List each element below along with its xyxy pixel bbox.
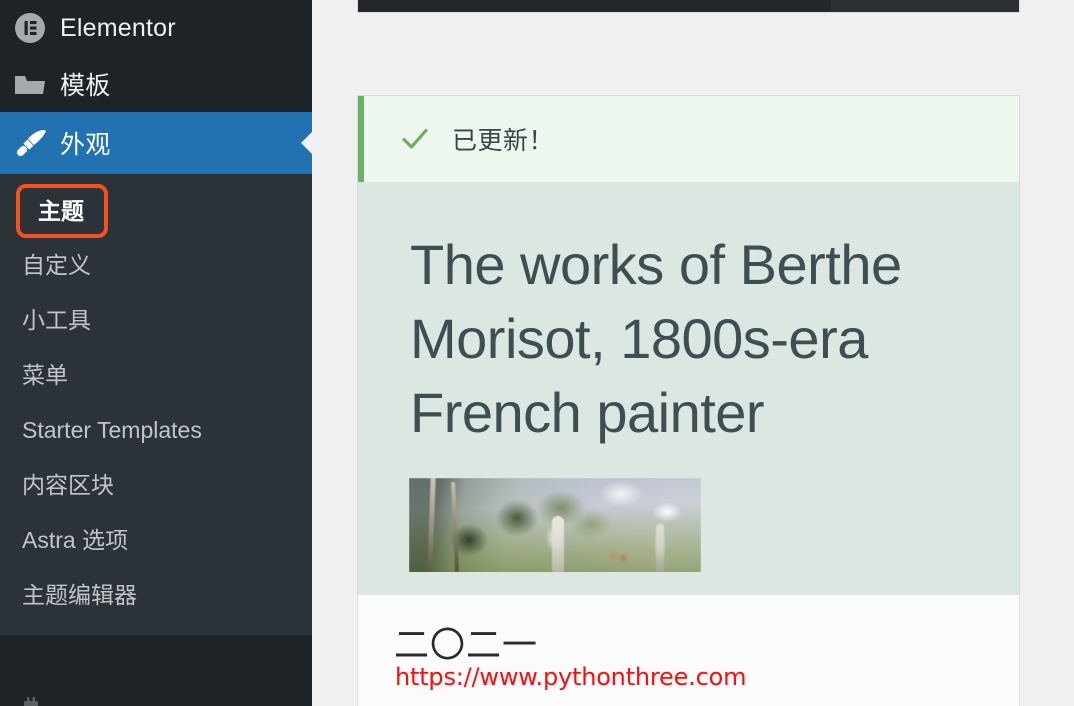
sidebar-subitem-customize[interactable]: 自定义	[0, 238, 312, 293]
sidebar-item-appearance[interactable]: 外观	[0, 112, 313, 174]
elementor-icon	[14, 12, 56, 44]
sidebar-subitem-astra-options[interactable]: Astra 选项	[0, 513, 312, 568]
watermark-year: 二〇二一	[394, 626, 539, 666]
sidebar-item-label: Elementor	[60, 13, 176, 42]
sidebar-footer	[0, 683, 312, 706]
sidebar-item-label: 外观	[60, 131, 111, 159]
admin-sidebar: Elementor 模板 外观 主题 自定义 小工具 菜单 Starter Te…	[0, 0, 313, 706]
sidebar-subitem-widgets[interactable]: 小工具	[0, 293, 312, 348]
sidebar-item-label: 模板	[60, 72, 111, 100]
painting-figure	[656, 523, 664, 572]
top-bar-left-segment	[358, 0, 831, 12]
theme-preview-heading: The works of Berthe Morisot, 1800s-era F…	[410, 233, 902, 444]
plugin-icon	[22, 697, 40, 706]
current-item-pointer-icon	[301, 131, 313, 155]
paintbrush-icon	[14, 128, 56, 158]
folder-icon	[14, 70, 56, 98]
sidebar-subitem-starter-templates[interactable]: Starter Templates	[0, 403, 312, 458]
admin-top-bar	[357, 0, 1020, 13]
sidebar-subitem-themes[interactable]: 主题	[16, 184, 108, 238]
sidebar-top-menu: Elementor 模板 外观	[0, 0, 313, 174]
watermark-url: https://www.pythonthree.com	[395, 663, 747, 691]
berthe-morisot-painting	[409, 477, 701, 572]
sidebar-subitem-theme-editor[interactable]: 主题编辑器	[0, 568, 312, 623]
updated-notice-text: 已更新！	[452, 127, 555, 155]
painting-figure	[552, 515, 564, 572]
theme-preview-image	[409, 477, 701, 572]
watermark-overlay: 二〇二一 https://www.pythonthree.com	[357, 595, 1020, 706]
sidebar-subitem-menus[interactable]: 菜单	[0, 348, 312, 403]
appearance-submenu: 主题 自定义 小工具 菜单 Starter Templates 内容区块 Ast…	[0, 174, 312, 635]
sidebar-subitem-themes-wrap: 主题	[0, 184, 312, 238]
sidebar-item-elementor[interactable]: Elementor	[0, 0, 312, 56]
check-icon	[400, 124, 430, 154]
sidebar-subitem-content-blocks[interactable]: 内容区块	[0, 458, 312, 513]
top-bar-right-segment	[831, 0, 1019, 12]
painting-accent	[619, 551, 628, 564]
painting-tree-trunk	[451, 481, 459, 572]
screen-root: Elementor 模板 外观 主题 自定义 小工具 菜单 Starter Te…	[0, 0, 1074, 706]
updated-notice: 已更新！	[358, 96, 1019, 182]
sidebar-item-templates[interactable]: 模板	[0, 56, 312, 112]
painting-tree-trunk	[427, 477, 436, 572]
